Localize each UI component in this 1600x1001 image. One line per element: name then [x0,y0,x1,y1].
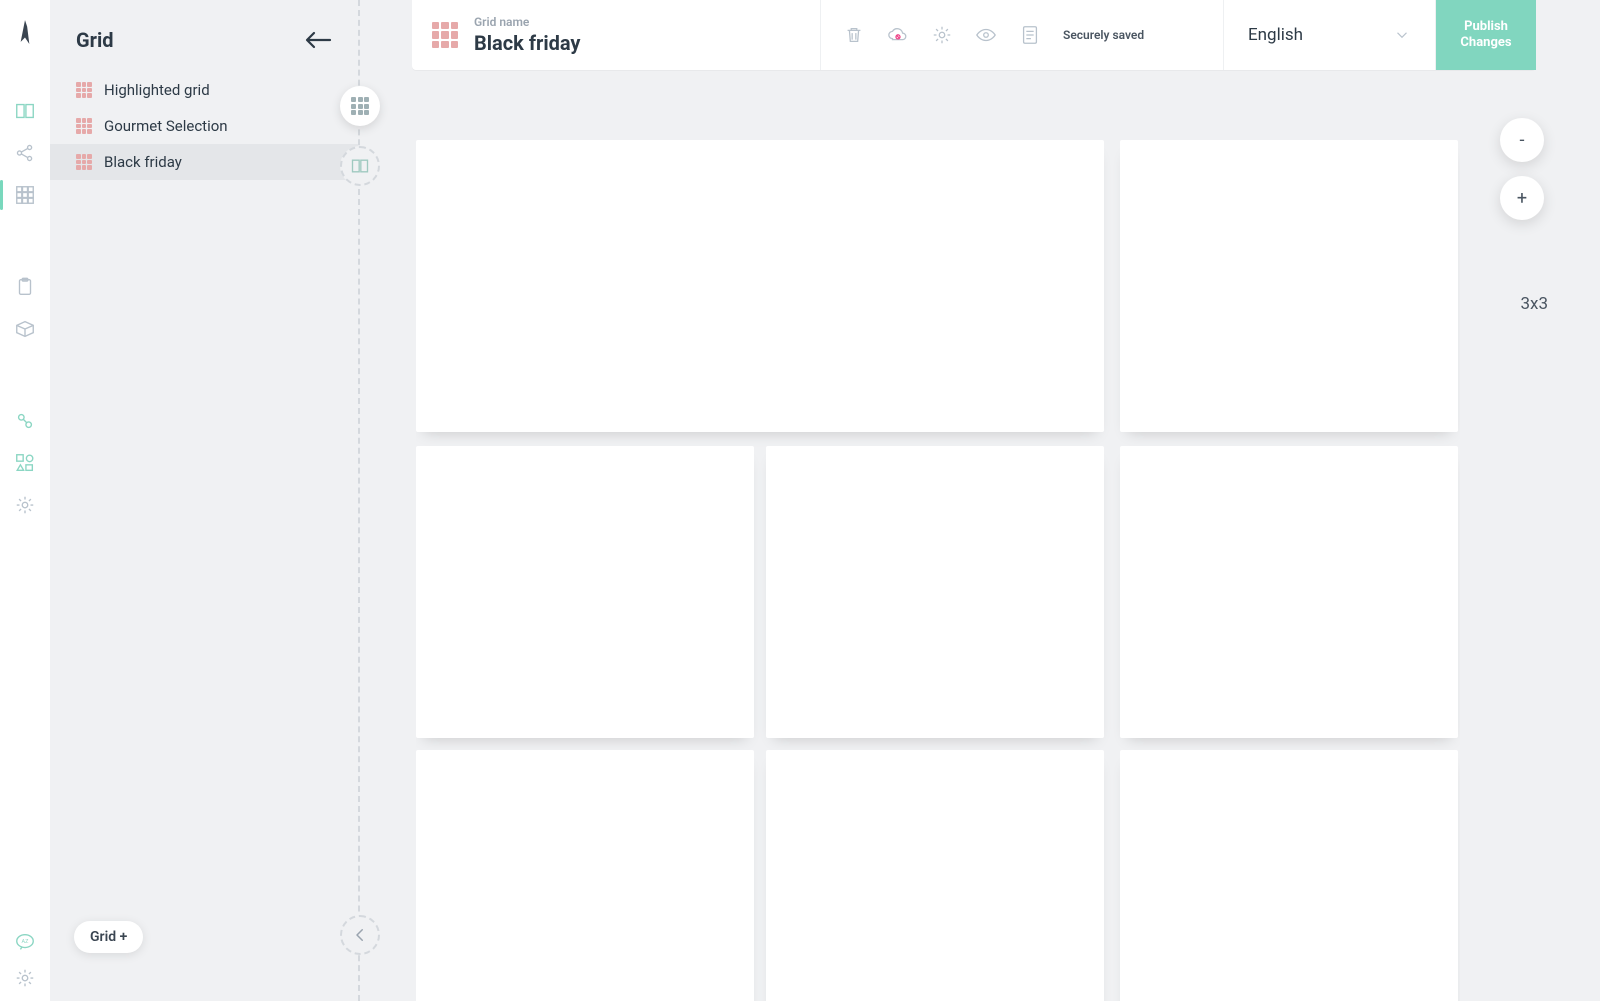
grid-name-value[interactable]: Black friday [474,32,581,54]
grid-cell[interactable] [416,750,754,1001]
rail-settings-gear[interactable] [0,484,50,526]
header-bar: Grid name Black friday Securely saved En… [412,0,1536,70]
document-button[interactable] [1019,24,1041,46]
grid-cell[interactable] [1120,140,1458,432]
rail-webhooks[interactable] [0,400,50,442]
grid-cell[interactable] [416,446,754,738]
zoom-out-button[interactable]: - [1500,118,1544,162]
app-logo[interactable] [12,18,38,50]
grid-cell[interactable] [766,750,1104,1001]
rail-share[interactable] [0,132,50,174]
grid-icon [76,118,92,134]
rail-catalog[interactable] [0,90,50,132]
side-panel: Grid Highlighted grid Gourmet Selection … [50,0,358,1001]
language-select[interactable]: English [1224,0,1436,70]
book-icon [350,156,370,176]
rail-chat[interactable]: AZ [0,931,50,953]
add-grid-button[interactable]: Grid + [74,921,143,953]
sidebar-item-gourmet-selection[interactable]: Gourmet Selection [50,108,358,144]
grid-icon [76,154,92,170]
svg-text:AZ: AZ [22,939,30,945]
side-panel-title: Grid [76,28,114,52]
grid-cell[interactable] [766,446,1104,738]
grid-name-label: Grid name [474,16,581,29]
grid-dimensions-label: 3x3 [1520,294,1548,314]
grid-cell[interactable] [1120,750,1458,1001]
sidebar-item-highlighted-grid[interactable]: Highlighted grid [50,72,358,108]
document-icon [1019,24,1041,46]
eye-icon [975,24,997,46]
trash-icon [843,24,865,46]
publish-button[interactable]: Publish Changes [1436,0,1536,70]
cloud-off-icon [887,24,909,46]
chevron-left-icon [351,926,369,944]
unpublish-button[interactable] [887,24,909,46]
sidebar-item-black-friday[interactable]: Black friday [50,144,358,180]
chevron-down-icon [1393,26,1411,44]
rail-grid[interactable] [0,174,50,216]
delete-button[interactable] [843,24,865,46]
save-status: Securely saved [1063,28,1144,42]
rail-shapes[interactable] [0,442,50,484]
zoom-controls: - + [1500,118,1544,220]
settings-button[interactable] [931,24,953,46]
gear-icon [931,24,953,46]
zoom-in-button[interactable]: + [1500,176,1544,220]
panel-divider [358,0,360,1001]
icon-rail: AZ [0,0,50,1001]
grid-cell[interactable] [416,140,1104,432]
sidebar-item-label: Highlighted grid [104,81,210,99]
sidebar-item-label: Gourmet Selection [104,117,228,135]
grid-cell[interactable] [1120,446,1458,738]
header-grid-icon [432,22,458,48]
language-value: English [1248,25,1303,45]
rail-gear-bottom[interactable] [0,967,50,989]
divider-grid-button[interactable] [340,86,380,126]
grid-icon [76,82,92,98]
back-arrow-icon[interactable] [304,30,332,50]
preview-button[interactable] [975,24,997,46]
sidebar-item-label: Black friday [104,153,182,171]
divider-book-button[interactable] [340,146,380,186]
rail-box[interactable] [0,308,50,350]
grid-icon [351,97,369,115]
divider-collapse-button[interactable] [340,915,380,955]
grid-canvas[interactable] [416,140,1460,1001]
rail-clipboard[interactable] [0,266,50,308]
